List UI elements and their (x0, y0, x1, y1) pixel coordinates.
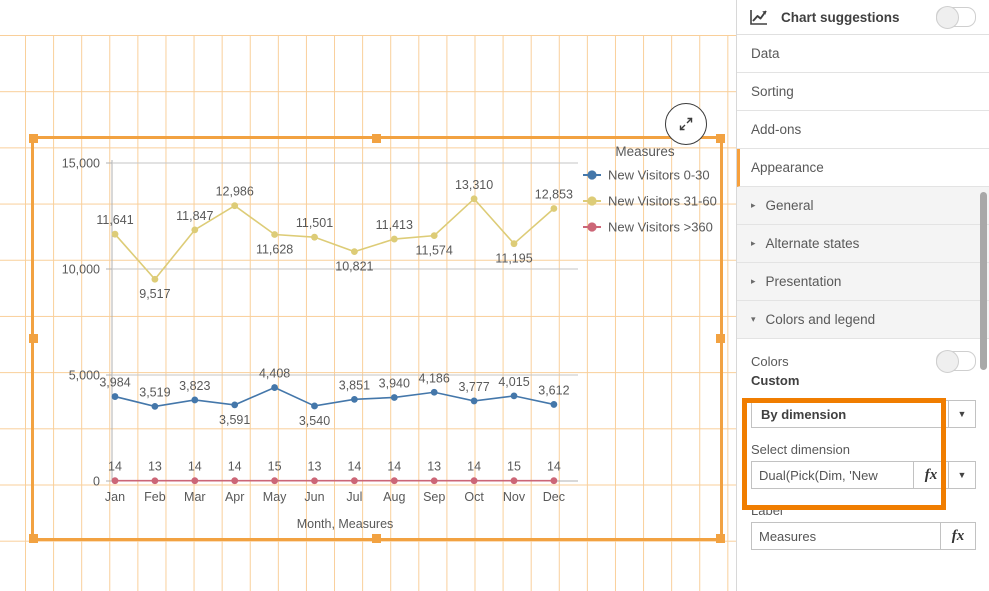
expression-fx-icon[interactable]: fx (940, 523, 975, 549)
toggle-knob (936, 6, 959, 29)
property-panel: Chart suggestions Data Sorting Add-ons Appe… (736, 0, 989, 591)
colors-toggle[interactable] (936, 350, 976, 373)
toggle-knob (936, 350, 959, 373)
colors-and-legend-body: Colors Custom By dimension ▼ Select dime… (737, 339, 989, 550)
custom-label: Custom (751, 373, 800, 388)
chart-selection-frame[interactable] (29, 134, 725, 543)
subsection-label: Colors and legend (765, 312, 876, 327)
resize-handle-top-center[interactable] (372, 134, 381, 143)
colors-label: Colors (751, 353, 789, 369)
panel-section-label: Data (751, 46, 780, 61)
panel-section-add-ons[interactable]: Add-ons (737, 111, 989, 149)
line-chart-icon (750, 10, 767, 25)
app-root: 0 5,000 10,000 15,000 Jan Feb Mar Apr May Jun Jul… (0, 0, 989, 591)
resize-handle-top-left[interactable] (29, 134, 38, 143)
label-field-value: Measures (759, 528, 817, 544)
select-dimension-value: Dual(Pick(Dim, 'New (759, 467, 878, 483)
expression-fx-icon[interactable]: fx (913, 462, 948, 488)
panel-scrollbar[interactable] (980, 192, 987, 370)
sheet-area: 0 5,000 10,000 15,000 Jan Feb Mar Apr May Jun Jul… (0, 0, 736, 591)
resize-handle-bottom-right[interactable] (716, 534, 725, 543)
label-field-label: Label (751, 503, 783, 518)
resize-handle-top-right[interactable] (716, 134, 725, 143)
color-mode-select[interactable]: By dimension ▼ (751, 400, 976, 428)
panel-section-data[interactable]: Data (737, 35, 989, 73)
subsection-general[interactable]: ▸ General (737, 187, 989, 225)
color-mode-value: By dimension (761, 406, 847, 422)
panel-section-label: Add-ons (751, 122, 802, 137)
select-dimension-label: Select dimension (751, 442, 850, 457)
subsection-label: Presentation (765, 274, 842, 289)
chevron-right-icon: ▸ (751, 200, 756, 210)
subsection-presentation[interactable]: ▸ Presentation (737, 263, 989, 301)
chevron-down-icon[interactable]: ▼ (948, 462, 975, 488)
subsection-alternate-states[interactable]: ▸ Alternate states (737, 225, 989, 263)
subsection-label: General (765, 198, 814, 213)
panel-section-label: Appearance (751, 160, 824, 175)
resize-handle-middle-left[interactable] (29, 333, 38, 343)
panel-section-label: Sorting (751, 84, 794, 99)
panel-section-appearance[interactable]: Appearance (737, 149, 989, 187)
panel-accordion: Data Sorting Add-ons Appearance (737, 35, 989, 187)
subsection-colors-and-legend[interactable]: ▾ Colors and legend (737, 301, 989, 339)
colors-row: Colors (751, 350, 976, 373)
panel-section-sorting[interactable]: Sorting (737, 73, 989, 111)
resize-handle-bottom-center[interactable] (372, 534, 381, 543)
label-field-input[interactable]: Measures fx (751, 522, 976, 550)
chevron-down-icon: ▾ (751, 314, 756, 324)
expand-chart-button[interactable] (665, 103, 707, 145)
select-dimension-input[interactable]: Dual(Pick(Dim, 'New fx ▼ (751, 461, 976, 489)
resize-handle-bottom-left[interactable] (29, 534, 38, 543)
chart-suggestions-label: Chart suggestions (781, 9, 900, 25)
subsection-label: Alternate states (765, 236, 860, 251)
expand-icon (679, 117, 693, 131)
chart-suggestions-row[interactable]: Chart suggestions (737, 0, 989, 35)
chart-suggestions-toggle[interactable] (936, 6, 976, 29)
appearance-subsections: ▸ General ▸ Alternate states ▸ Presentation ▾ C… (737, 187, 989, 339)
chevron-down-icon: ▼ (948, 401, 975, 427)
chevron-right-icon: ▸ (751, 276, 756, 286)
chevron-right-icon: ▸ (751, 238, 756, 248)
resize-handle-middle-right[interactable] (716, 333, 725, 343)
